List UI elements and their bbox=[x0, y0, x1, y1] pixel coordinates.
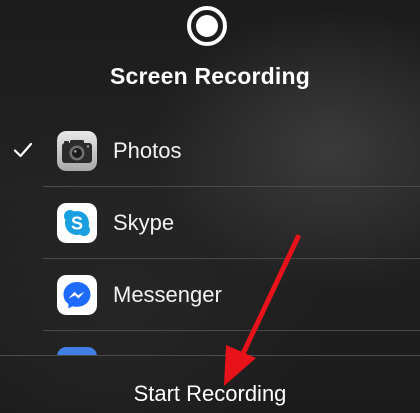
svg-text:S: S bbox=[71, 214, 83, 234]
messenger-icon bbox=[57, 275, 97, 315]
app-label: Messenger bbox=[113, 282, 222, 307]
blue-app-icon bbox=[57, 347, 97, 355]
app-row-partial[interactable] bbox=[0, 331, 420, 355]
app-row-skype[interactable]: S Skype bbox=[0, 187, 420, 259]
photos-camera-icon bbox=[57, 131, 97, 171]
app-row-photos[interactable]: Photos bbox=[0, 115, 420, 187]
sheet-title: Screen Recording bbox=[109, 63, 311, 89]
skype-icon: S bbox=[57, 203, 97, 243]
app-label: Skype bbox=[113, 210, 175, 235]
record-icon bbox=[187, 6, 227, 46]
checkmark-icon bbox=[13, 142, 33, 158]
app-label: Photos bbox=[113, 138, 182, 163]
app-destination-list: Photos S Skype Messenger bbox=[0, 115, 420, 355]
start-recording-button[interactable]: Start Recording bbox=[0, 356, 420, 413]
app-row-messenger[interactable]: Messenger bbox=[0, 259, 420, 331]
record-dot bbox=[196, 15, 218, 37]
